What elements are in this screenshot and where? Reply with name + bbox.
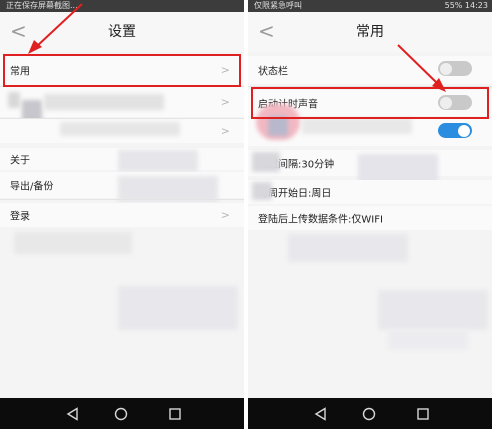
general-settings-screen: 仅限紧急呼叫 55% 14:23 < 常用 状态栏 启动计时声音 提醒间隔:30…	[248, 0, 492, 429]
home-circle-icon[interactable]	[112, 405, 130, 423]
back-triangle-icon[interactable]	[312, 405, 330, 423]
blurred-region	[14, 232, 132, 254]
status-bar: 正在保存屏幕截图...	[0, 0, 244, 12]
status-text: 仅限紧急呼叫	[254, 1, 302, 10]
blurred-region	[44, 94, 164, 110]
blurred-region	[302, 118, 412, 134]
chevron-right-icon: >	[220, 208, 230, 222]
status-bar-toggle[interactable]	[438, 61, 472, 76]
battery-time-readout: 55% 14:23	[444, 1, 488, 10]
setting-label: 登陆后上传数据条件:仅WIFI	[258, 214, 383, 226]
highlight-box	[3, 54, 241, 87]
settings-item-label: 关于	[10, 155, 30, 167]
title-bar: < 常用	[248, 12, 492, 52]
divider	[0, 199, 244, 200]
blurred-region	[252, 182, 272, 200]
title-bar: < 设置	[0, 12, 244, 52]
setting-label: 状态栏	[258, 66, 288, 78]
chevron-right-icon: >	[220, 95, 230, 109]
home-circle-icon[interactable]	[360, 405, 378, 423]
settings-item-label: 登录	[10, 211, 30, 223]
recent-apps-icon[interactable]	[414, 405, 432, 423]
page-title: 常用	[356, 24, 384, 40]
blurred-region	[388, 330, 468, 350]
settings-item-login[interactable]: 登录 >	[0, 203, 244, 227]
blurred-region	[60, 122, 180, 136]
status-text: 正在保存屏幕截图...	[6, 1, 78, 10]
obscured-setting-toggle[interactable]	[438, 123, 472, 138]
blurred-region	[8, 92, 20, 108]
blurred-region	[378, 290, 488, 330]
blurred-region	[118, 150, 198, 172]
blurred-region	[288, 234, 408, 262]
recent-apps-icon[interactable]	[166, 405, 184, 423]
highlight-box	[251, 87, 489, 119]
chevron-right-icon: >	[220, 124, 230, 138]
blurred-region	[268, 116, 288, 136]
toggle-knob	[458, 124, 470, 137]
blurred-region	[252, 152, 280, 172]
back-triangle-icon[interactable]	[64, 405, 82, 423]
settings-item-label: 导出/备份	[10, 181, 54, 193]
blurred-region	[118, 286, 238, 330]
page-title: 设置	[108, 24, 136, 40]
nav-bar	[0, 398, 244, 429]
status-bar: 仅限紧急呼叫 55% 14:23	[248, 0, 492, 12]
settings-screen: 正在保存屏幕截图... < 设置 常用 > > > 关于 导出/备份 登录 >	[0, 0, 244, 429]
nav-bar	[248, 398, 492, 429]
setting-week-start-day[interactable]: 每周开始日:周日	[248, 180, 492, 204]
toggle-knob	[440, 62, 452, 75]
setting-upload-condition[interactable]: 登陆后上传数据条件:仅WIFI	[248, 206, 492, 230]
